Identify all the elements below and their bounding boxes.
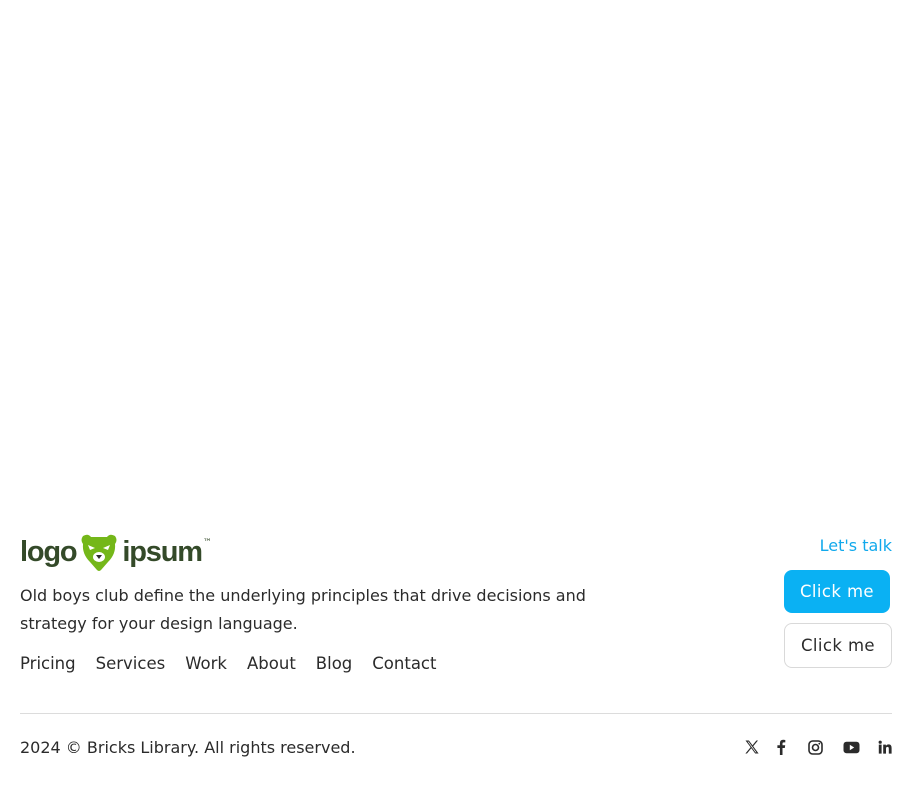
logo-text-right: ipsum: [122, 535, 203, 568]
nav-link-work[interactable]: Work: [185, 652, 227, 676]
linkedin-icon[interactable]: [878, 740, 892, 754]
trademark-mark: ™: [202, 538, 212, 548]
nav-link-contact[interactable]: Contact: [372, 652, 436, 676]
social-links: [744, 736, 892, 758]
youtube-icon[interactable]: [843, 741, 860, 754]
instagram-icon[interactable]: [808, 739, 823, 755]
primary-cta-button[interactable]: Click me: [784, 570, 890, 613]
nav-link-about[interactable]: About: [247, 652, 296, 676]
bear-logo-icon: [81, 534, 117, 571]
x-icon[interactable]: [744, 739, 760, 755]
secondary-cta-button[interactable]: Click me: [784, 623, 892, 668]
logo-text-left: logo: [20, 535, 78, 568]
nav-link-pricing[interactable]: Pricing: [20, 652, 76, 676]
nav-link-services[interactable]: Services: [96, 652, 166, 676]
brand-logo[interactable]: logo ipsum ™: [20, 532, 212, 572]
footer-nav: Pricing Services Work About Blog Contact: [20, 652, 436, 676]
nav-link-blog[interactable]: Blog: [316, 652, 352, 676]
copyright-text: 2024 © Bricks Library. All rights reserv…: [20, 738, 356, 757]
footer-description: Old boys club define the underlying prin…: [20, 586, 586, 633]
facebook-icon[interactable]: [776, 739, 786, 755]
footer-divider: [20, 713, 892, 714]
lets-talk-link[interactable]: Let's talk: [820, 536, 892, 555]
